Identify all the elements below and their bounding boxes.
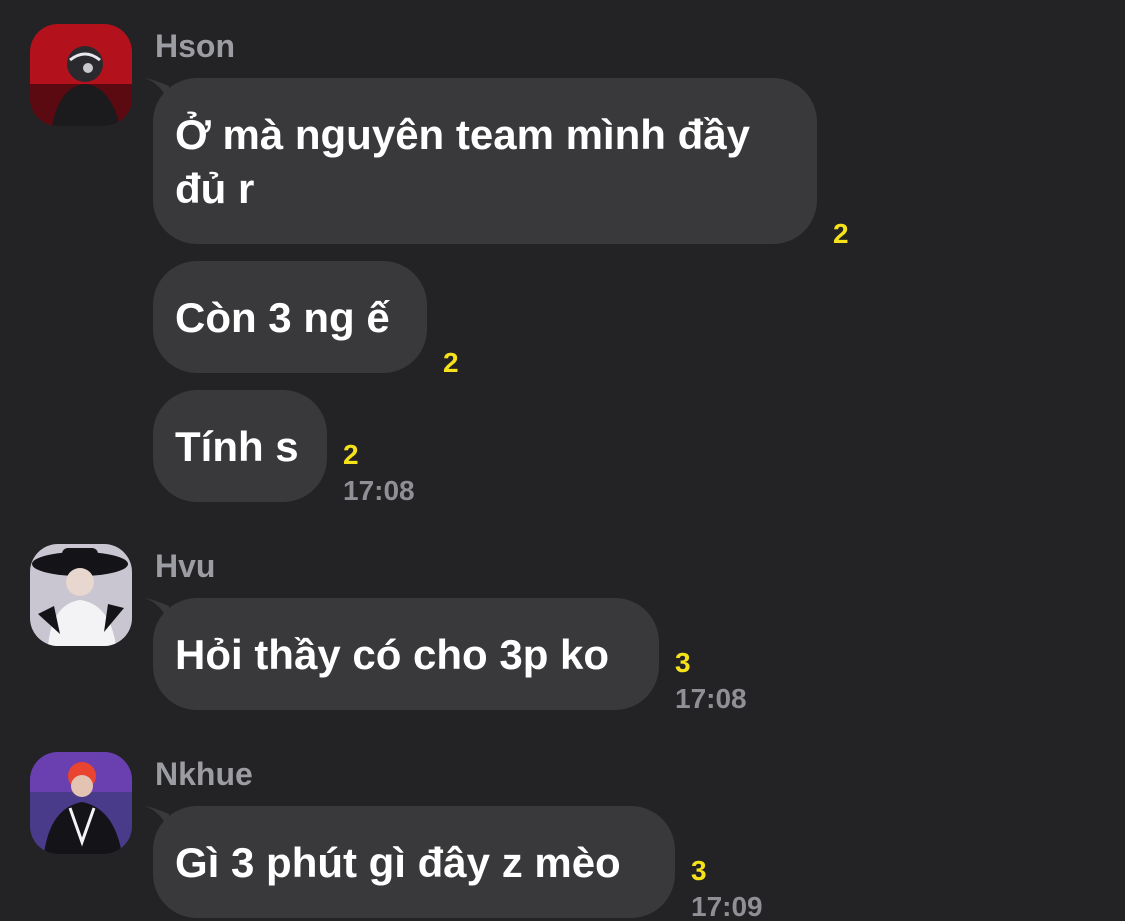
chat-message-list: Hson Ở mà nguyên team mình đầy đủ r 2 Cò… (0, 0, 1125, 921)
message-bubble[interactable]: Hỏi thầy có cho 3p ko (153, 598, 659, 710)
avatar-nkhue[interactable] (30, 752, 132, 854)
user-avatar-icon (30, 752, 132, 854)
message-timestamp: 17:08 (675, 683, 747, 714)
avatar-hvu[interactable] (30, 544, 132, 646)
user-avatar-icon (30, 544, 132, 646)
message-timestamp: 17:09 (691, 891, 763, 921)
seen-count: 2 (443, 347, 459, 378)
sender-name: Hvu (155, 548, 216, 584)
message-text: Gì 3 phút gì đây z mèo (175, 839, 621, 886)
seen-count: 2 (343, 439, 359, 470)
avatar-hson[interactable] (30, 24, 132, 126)
message-text: Hỏi thầy có cho 3p ko (175, 631, 610, 678)
message-bubble[interactable]: Tính s (153, 390, 327, 502)
sender-name: Hson (155, 28, 235, 64)
sender-name: Nkhue (155, 756, 253, 792)
user-avatar-icon (30, 24, 132, 126)
message-bubble[interactable]: Còn 3 ng ế (153, 261, 427, 373)
message-text: Ở mà nguyên team mình đầy đủ r (175, 111, 750, 212)
message-bubble[interactable]: Ở mà nguyên team mình đầy đủ r (153, 78, 817, 244)
message-timestamp: 17:08 (343, 475, 415, 506)
message-text: Tính s (175, 423, 299, 470)
seen-count: 3 (691, 855, 707, 886)
seen-count: 3 (675, 647, 691, 678)
message-text: Còn 3 ng ế (175, 294, 390, 341)
message-bubble[interactable]: Gì 3 phút gì đây z mèo (153, 806, 675, 918)
seen-count: 2 (833, 218, 849, 249)
